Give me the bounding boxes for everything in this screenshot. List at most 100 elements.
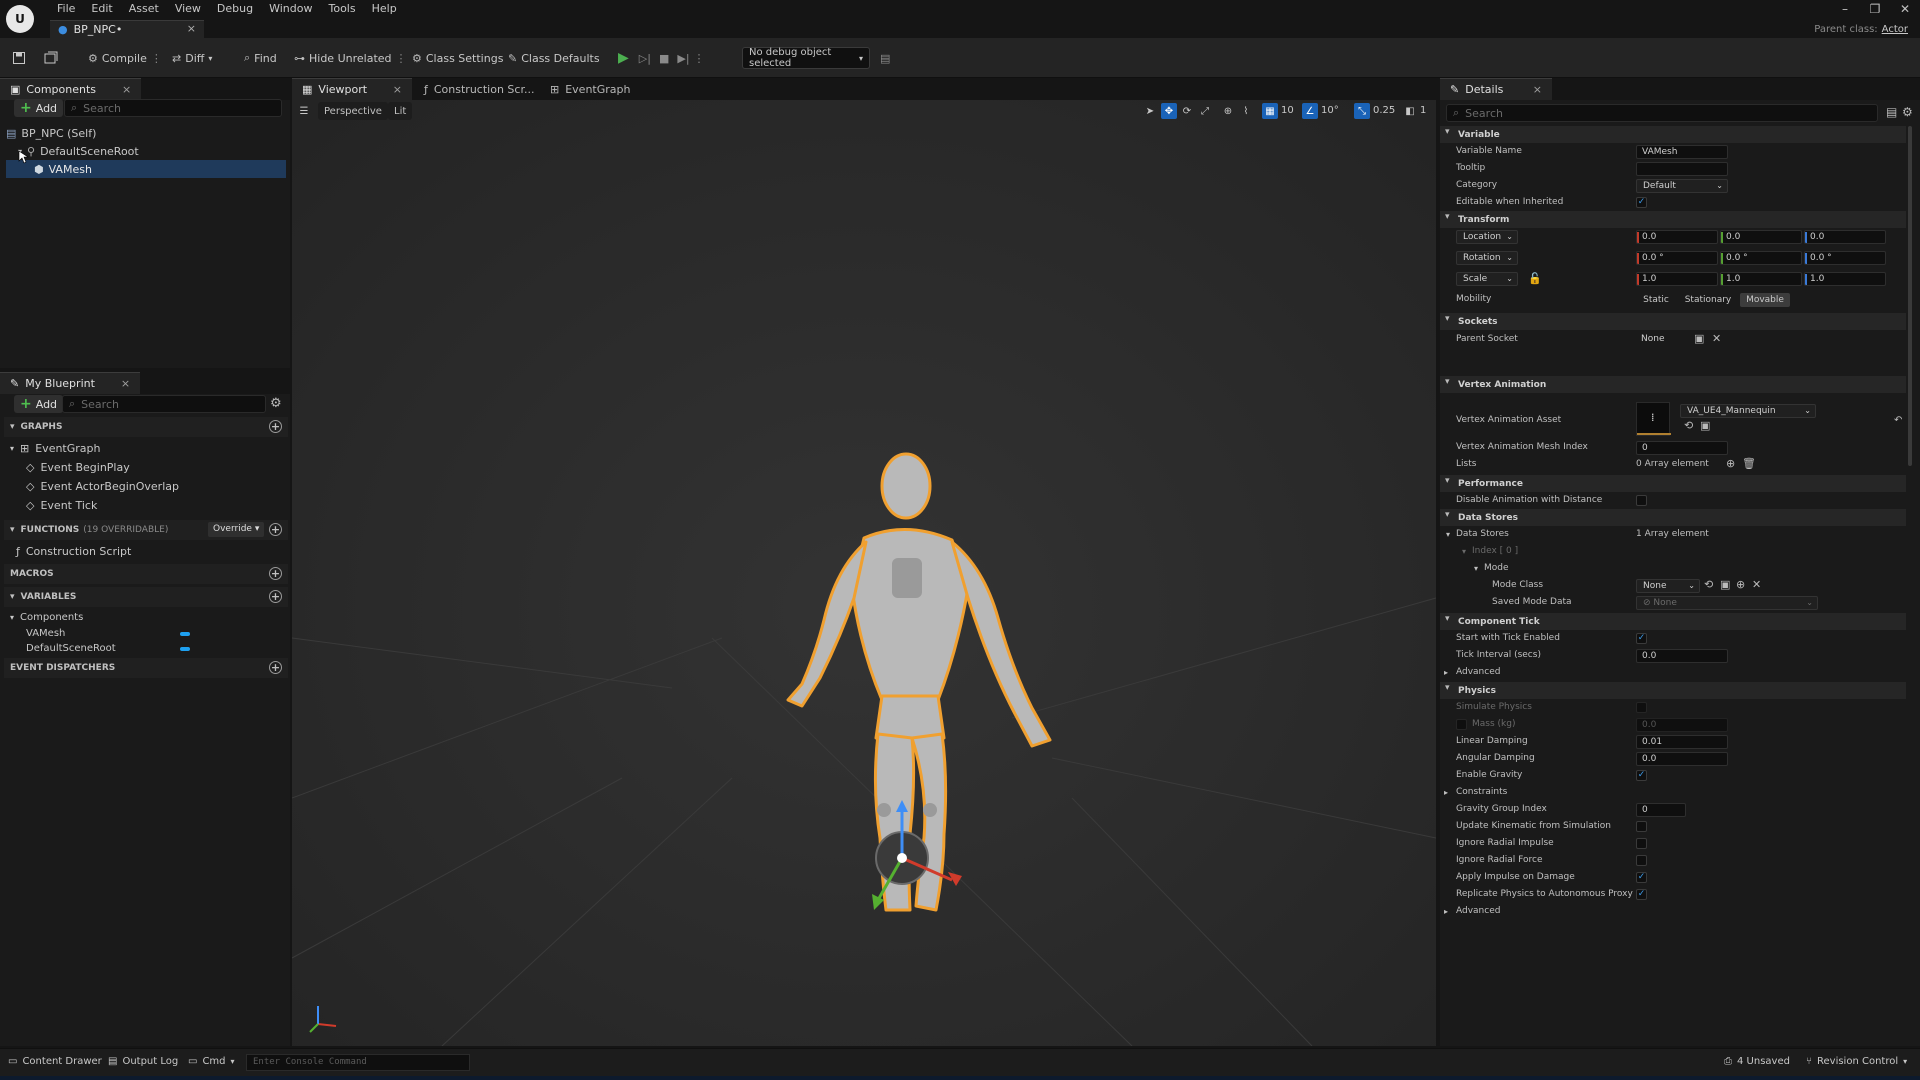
compile-options-icon[interactable]: ⋮ <box>151 52 162 65</box>
cmd-dropdown[interactable]: ▭ Cmd ▾ <box>188 1056 235 1067</box>
expand-arrow-icon[interactable]: ▾ <box>10 444 14 453</box>
event-actorbeginoverlap[interactable]: ◇ Event ActorBeginOverlap <box>26 477 179 495</box>
scale-x-input[interactable]: 1.0 <box>1636 272 1718 286</box>
rotation-snap-icon[interactable]: ∠ <box>1302 103 1318 119</box>
tick-interval-input[interactable]: 0.0 <box>1636 649 1728 663</box>
content-drawer-button[interactable]: ▭ Content Drawer <box>8 1056 102 1067</box>
collapse-arrow-icon[interactable]: ▾ <box>1462 543 1466 560</box>
section-performance[interactable]: Performance <box>1440 475 1906 492</box>
stop-icon[interactable]: ■ <box>659 52 669 65</box>
mobility-static-button[interactable]: Static <box>1636 293 1676 307</box>
tree-item-self[interactable]: ▤ BP_NPC (Self) <box>6 124 286 142</box>
add-function-icon[interactable]: + <box>269 523 282 536</box>
rotation-snap-value[interactable]: 10° <box>1321 103 1339 119</box>
tree-item-vamesh[interactable]: ⬢ VAMesh <box>6 160 286 178</box>
play-options-icon[interactable]: ⋮ <box>694 52 705 65</box>
section-component-tick[interactable]: Component Tick <box>1440 613 1906 630</box>
advanced-physics-row[interactable]: ▸ Advanced <box>1444 903 1500 920</box>
mode-class-dropdown[interactable]: None ⌄ <box>1636 579 1700 593</box>
world-space-icon[interactable]: ⊕ <box>1220 103 1236 119</box>
eject-icon[interactable]: ▶| <box>677 52 689 65</box>
document-tab[interactable]: ● BP_NPC• × <box>50 20 204 38</box>
unsaved-button[interactable]: ⎙ 4 Unsaved <box>1724 1056 1790 1067</box>
compile-button[interactable]: ⚙ Compile ⋮ <box>88 48 162 68</box>
section-transform[interactable]: Transform <box>1440 211 1906 228</box>
rotation-y-input[interactable]: 0.0 ° <box>1720 251 1802 265</box>
close-icon[interactable]: × <box>122 83 131 96</box>
scale-y-input[interactable]: 1.0 <box>1720 272 1802 286</box>
menu-window[interactable]: Window <box>262 1 321 17</box>
perspective-button[interactable]: Perspective <box>318 102 388 120</box>
diff-button[interactable]: ⇄ Diff ▾ <box>172 48 212 68</box>
add-variable-icon[interactable]: + <box>269 590 282 603</box>
ignore-radial-impulse-checkbox[interactable] <box>1636 838 1647 849</box>
variable-name-input[interactable]: VAMesh <box>1636 145 1728 159</box>
location-y-input[interactable]: 0.0 <box>1720 230 1802 244</box>
mobility-movable-button[interactable]: Movable <box>1740 293 1790 307</box>
va-mesh-index-input[interactable]: 0 <box>1636 441 1728 455</box>
surface-snap-icon[interactable]: ⌇ <box>1238 103 1254 119</box>
saved-mode-data-dropdown[interactable]: ⊘ None ⌄ <box>1636 596 1818 610</box>
use-selected-icon[interactable]: ⟲ <box>1684 419 1693 433</box>
tab-construction-script[interactable]: ƒ Construction Scr... <box>414 78 544 100</box>
scale-z-input[interactable]: 1.0 <box>1804 272 1886 286</box>
class-settings-button[interactable]: ⚙ Class Settings <box>412 48 503 68</box>
va-asset-thumbnail[interactable]: ⁞ <box>1636 402 1671 436</box>
menu-help[interactable]: Help <box>365 1 406 17</box>
replicate-physics-checkbox[interactable]: ✓ <box>1636 889 1647 900</box>
lock-icon[interactable]: 🔓 <box>1528 272 1542 286</box>
constraints-row[interactable]: ▸ Constraints <box>1444 784 1507 801</box>
rotate-mode-icon[interactable]: ⟳ <box>1179 103 1195 119</box>
event-beginplay[interactable]: ◇ Event BeginPlay <box>26 458 130 476</box>
close-icon[interactable]: × <box>121 377 130 390</box>
debug-object-select[interactable]: No debug object selected ▾ <box>742 47 870 69</box>
angular-damping-input[interactable]: 0.0 <box>1636 752 1728 766</box>
section-variable[interactable]: Variable <box>1440 126 1906 143</box>
revision-control-button[interactable]: ⑂ Revision Control ▾ <box>1806 1056 1907 1067</box>
menu-tools[interactable]: Tools <box>321 1 364 17</box>
tab-components[interactable]: ▣ Components × <box>0 78 142 100</box>
rotation-x-input[interactable]: 0.0 ° <box>1636 251 1718 265</box>
section-graphs[interactable]: ▾ GRAPHS + <box>4 417 288 437</box>
va-asset-dropdown[interactable]: VA_UE4_Mannequin ⌄ <box>1680 404 1816 418</box>
clear-icon[interactable]: ✕ <box>1712 332 1721 346</box>
play-icon[interactable]: ▶ <box>618 50 629 66</box>
select-mode-icon[interactable]: ➤ <box>1142 103 1158 119</box>
graph-eventgraph[interactable]: ▾ ⊞ EventGraph <box>10 439 101 457</box>
minimize-icon[interactable]: – <box>1830 0 1860 18</box>
tree-item-default-scene-root[interactable]: ▾ ⚲ DefaultSceneRoot <box>6 142 286 160</box>
enable-gravity-checkbox[interactable]: ✓ <box>1636 770 1647 781</box>
expand-arrow-icon[interactable]: ▸ <box>1444 784 1448 801</box>
gravity-group-input[interactable]: 0 <box>1636 803 1686 817</box>
use-selected-icon[interactable]: ⟲ <box>1704 578 1713 592</box>
linear-damping-input[interactable]: 0.01 <box>1636 735 1728 749</box>
browse-icon[interactable] <box>44 48 58 68</box>
editable-inherited-checkbox[interactable]: ✓ <box>1636 197 1647 208</box>
scale-snap-value[interactable]: 0.25 <box>1373 103 1395 119</box>
lit-button[interactable]: Lit <box>388 102 413 120</box>
hamburger-menu-icon[interactable]: ☰ <box>296 103 312 119</box>
camera-speed-icon[interactable]: ◧ <box>1402 103 1418 119</box>
category-dropdown[interactable]: Default ⌄ <box>1636 179 1728 193</box>
scale-dropdown[interactable]: Scale ⌄ <box>1456 272 1518 286</box>
translate-mode-icon[interactable]: ✥ <box>1161 103 1177 119</box>
restore-icon[interactable]: ❐ <box>1860 0 1890 18</box>
close-window-icon[interactable]: ✕ <box>1890 0 1920 18</box>
menu-asset[interactable]: Asset <box>122 1 168 17</box>
parent-class-link[interactable]: Actor <box>1882 24 1908 35</box>
components-search-input[interactable]: ⌕ Search <box>64 99 282 117</box>
browse-socket-icon[interactable]: ▣ <box>1694 332 1704 346</box>
details-scrollbar[interactable] <box>1908 126 1912 466</box>
expand-arrow-icon[interactable]: ▸ <box>1444 903 1448 920</box>
details-search-input[interactable]: ⌕ Search <box>1446 104 1878 122</box>
mobility-stationary-button[interactable]: Stationary <box>1680 293 1736 307</box>
section-functions[interactable]: ▾ FUNCTIONS (19 OVERRIDABLE) Override ▾ … <box>4 520 288 540</box>
disable-anim-checkbox[interactable] <box>1636 495 1647 506</box>
hide-unrelated-button[interactable]: ⊶ Hide Unrelated ⋮ <box>294 48 407 68</box>
ignore-radial-force-checkbox[interactable] <box>1636 855 1647 866</box>
add-dispatcher-icon[interactable]: + <box>269 661 282 674</box>
tooltip-input[interactable] <box>1636 162 1728 176</box>
view-options-icon[interactable]: ▤ <box>1886 105 1897 119</box>
save-icon[interactable] <box>12 48 26 68</box>
section-sockets[interactable]: Sockets <box>1440 313 1906 330</box>
